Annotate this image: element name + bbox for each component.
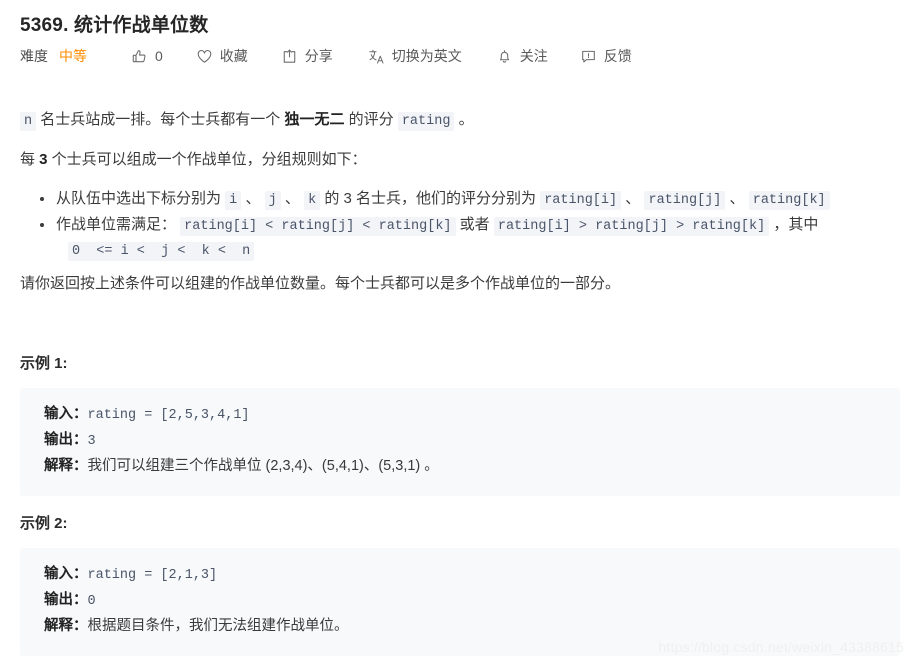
b2-t2: 或者 <box>455 216 494 234</box>
example-2-input-key: 输入： <box>44 566 88 582</box>
code-rating-i: rating[i] <box>540 191 622 210</box>
intro-text-3: 。 <box>454 111 474 128</box>
subscribe-label: 关注 <box>519 48 548 64</box>
problem-toolbar: 难度 中等 0 收藏 分享 切换为英文 关注 反馈 <box>20 46 632 66</box>
intro-text-1: 名士兵站成一排。每个士兵都有一个 <box>36 111 285 128</box>
translate-label: 切换为英文 <box>391 48 462 64</box>
page-title: 5369. 统计作战单位数 <box>20 15 209 36</box>
example-2-output-value: 0 <box>87 594 96 610</box>
thumbs-up-icon <box>131 48 148 65</box>
example-1-input-value: rating = [2,5,3,4,1] <box>87 408 250 423</box>
code-k: k <box>304 191 321 210</box>
rules-intro-paragraph: 每 3 个士兵可以组成一个作战单位，分组规则如下： <box>20 148 367 172</box>
example-2-explain-line: 解释：根据题目条件，我们无法组建作战单位。 <box>44 614 876 640</box>
feedback-icon <box>580 48 597 65</box>
example-1-input-line: 输入：rating = [2,5,3,4,1] <box>44 402 876 428</box>
rules-text-1: 每 <box>20 151 40 168</box>
favorite-label: 收藏 <box>219 48 248 64</box>
example-1-explain-value: 我们可以组建三个作战单位 (2,3,4)、(5,4,1)、(5,3,1) 。 <box>87 458 439 475</box>
example-2-explain-value: 根据题目条件，我们无法组建作战单位。 <box>87 618 349 635</box>
example-2-explain-key: 解释： <box>44 618 88 635</box>
like-button[interactable]: 0 <box>131 48 163 65</box>
rules-list: 从队伍中选出下标分别为 i 、 j 、 k 的 3 名士兵，他们的评分分别为 r… <box>20 186 830 264</box>
example-2-heading: 示例 2: <box>20 515 68 532</box>
return-paragraph: 请你返回按上述条件可以组建的作战单位数量。每个士兵都可以是多个作战单位的一部分。 <box>20 275 621 292</box>
rules-strong: 3 <box>39 151 48 168</box>
share-icon <box>281 48 298 65</box>
example-2-output-line: 输出：0 <box>44 588 876 614</box>
bell-icon <box>496 48 513 65</box>
intro-paragraph: n 名士兵站成一排。每个士兵都有一个 独一无二 的评分 rating 。 <box>20 108 474 133</box>
subscribe-button[interactable]: 关注 <box>496 46 548 66</box>
example-1-output-line: 输出：3 <box>44 428 876 454</box>
b1-t1: 从队伍中选出下标分别为 <box>56 190 226 207</box>
code-i: i <box>225 191 242 210</box>
example-1-output-key: 输出： <box>44 432 88 449</box>
intro-strong: 独一无二 <box>284 111 345 128</box>
feedback-label: 反馈 <box>603 48 632 64</box>
example-1-box: 输入：rating = [2,5,3,4,1] 输出：3 解释：我们可以组建三个… <box>20 388 900 496</box>
example-2-input-value: rating = [2,1,3] <box>87 568 218 583</box>
problem-page: 5369. 统计作战单位数 难度 中等 0 收藏 分享 切换为英文 关注 反馈 … <box>0 0 912 659</box>
b1-t3: 、 <box>280 190 305 207</box>
example-1-explain-line: 解释：我们可以组建三个作战单位 (2,3,4)、(5,4,1)、(5,3,1) … <box>44 454 876 480</box>
share-button[interactable]: 分享 <box>281 46 333 66</box>
example-2-output-key: 输出： <box>44 592 88 609</box>
example-1-input-key: 输入： <box>44 406 88 422</box>
translate-icon <box>368 48 385 65</box>
b2-t3: ，其中 <box>769 216 819 234</box>
code-n: n <box>20 112 37 131</box>
list-item: 从队伍中选出下标分别为 i 、 j 、 k 的 3 名士兵，他们的评分分别为 r… <box>20 186 830 212</box>
list-item: 作战单位需满足： rating[i] < rating[j] < rating[… <box>20 212 830 263</box>
intro-text-2: 的评分 <box>344 111 398 128</box>
code-ascending-condition: rating[i] < rating[j] < rating[k] <box>180 217 456 237</box>
translate-button[interactable]: 切换为英文 <box>368 46 462 66</box>
b1-t4: 的 3 名士兵，他们的评分分别为 <box>320 190 541 207</box>
code-descending-condition: rating[i] > rating[j] > rating[k] <box>493 217 770 237</box>
example-1-explain-key: 解释： <box>44 458 88 475</box>
share-label: 分享 <box>304 48 333 64</box>
example-1-heading: 示例 1: <box>20 355 68 372</box>
example-1-output-value: 3 <box>87 434 96 450</box>
difficulty-badge: 中等 <box>59 48 87 64</box>
code-rating: rating <box>397 112 455 131</box>
b1-t6: 、 <box>725 190 749 207</box>
heart-icon <box>196 48 213 65</box>
b1-t2: 、 <box>241 190 265 207</box>
b2-t1: 作战单位需满足： <box>56 216 181 234</box>
code-rating-j: rating[j] <box>644 191 726 210</box>
rules-text-2: 个士兵可以组成一个作战单位，分组规则如下： <box>47 151 367 168</box>
favorite-button[interactable]: 收藏 <box>196 46 248 66</box>
feedback-button[interactable]: 反馈 <box>580 46 632 66</box>
code-index-constraint: 0 <= i < j < k < n <box>68 242 255 262</box>
b1-t5: 、 <box>621 190 645 207</box>
difficulty-label: 难度 <box>20 48 48 64</box>
like-count: 0 <box>155 48 163 64</box>
code-rating-k: rating[k] <box>748 191 830 210</box>
watermark: https://blog.csdn.net/weixin_43388615 <box>658 639 904 655</box>
code-j: j <box>264 191 281 210</box>
example-2-input-line: 输入：rating = [2,1,3] <box>44 562 876 588</box>
